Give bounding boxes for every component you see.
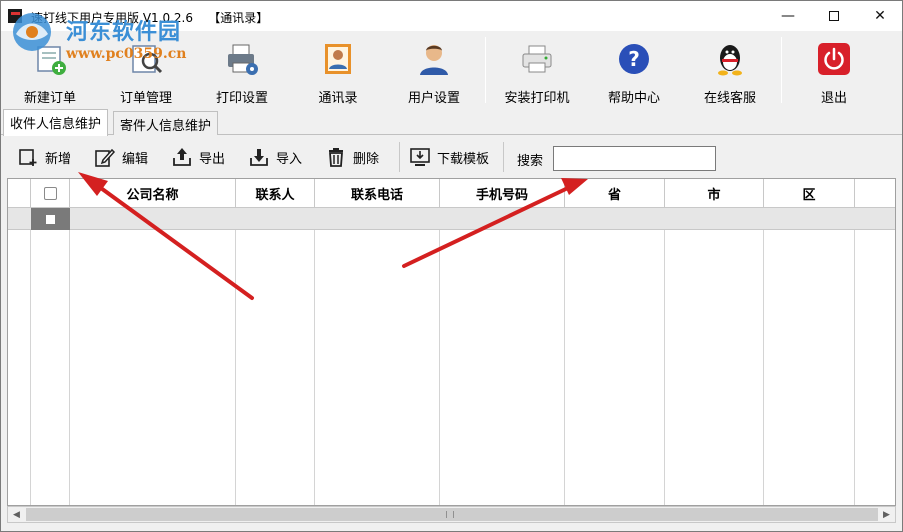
select-all-cell (31, 179, 70, 208)
search-input[interactable] (553, 146, 716, 171)
tab-recipient-info[interactable]: 收件人信息维护 (3, 109, 109, 136)
window-title: 速打线下用户专用版 V1.0.2.6 【通讯录】 (31, 11, 269, 25)
minimize-button[interactable]: — (765, 1, 811, 31)
add-button[interactable]: 新增 (17, 145, 71, 169)
toolbar-label: 通讯录 (318, 91, 358, 106)
toolbar-label: 新建订单 (23, 91, 76, 106)
toolbar-label: 用户设置 (407, 91, 460, 106)
app-logo-icon (8, 9, 22, 23)
download-icon (409, 146, 431, 168)
print-settings-icon (224, 41, 260, 77)
scroll-grip-icon (446, 511, 454, 518)
toolbar-label: 帮助中心 (607, 91, 660, 106)
download-template-label: 下载模板 (437, 151, 490, 167)
table-header: 公司名称 联系人 联系电话 手机号码 省 市 区 (8, 179, 895, 208)
online-support-button[interactable]: 在线客服 (683, 31, 777, 107)
filter-row-selector[interactable] (31, 208, 70, 230)
svg-text:?: ? (628, 47, 640, 71)
search-label: 搜索 (517, 154, 544, 169)
maximize-icon (829, 11, 839, 21)
help-center-button[interactable]: ? 帮助中心 (587, 31, 681, 107)
toolbar-separator (485, 37, 486, 103)
select-all-checkbox[interactable] (43, 187, 57, 200)
exit-button[interactable]: 退出 (787, 31, 881, 107)
import-label: 导入 (276, 151, 303, 167)
filter-row-checkbox[interactable] (46, 214, 55, 224)
tab-sender-info[interactable]: 寄件人信息维护 (113, 111, 219, 135)
printer-icon (519, 41, 555, 77)
order-manage-icon (128, 41, 164, 77)
new-order-icon (32, 41, 68, 77)
download-template-button[interactable]: 下载模板 (409, 145, 489, 169)
help-icon: ? (616, 41, 652, 77)
header-corner (8, 179, 31, 208)
scroll-left-icon[interactable]: ◀ (8, 507, 25, 522)
maximize-button[interactable] (811, 1, 857, 31)
column-header[interactable]: 省 (565, 179, 665, 208)
contacts-button[interactable]: 通讯录 (291, 31, 385, 107)
tab-strip: 收件人信息维护 寄件人信息维护 (1, 109, 902, 136)
toolbar-label: 退出 (820, 91, 847, 106)
column-header[interactable]: 区 (764, 179, 855, 208)
toolbar-label: 安装打印机 (504, 91, 570, 106)
filter-row[interactable] (8, 208, 895, 230)
delete-button[interactable]: 删除 (325, 145, 379, 169)
order-manage-button[interactable]: 订单管理 (99, 31, 193, 107)
delete-label: 删除 (353, 151, 380, 167)
qq-icon (712, 41, 748, 77)
title-bar: 速打线下用户专用版 V1.0.2.6 【通讯录】 — ✕ (1, 1, 902, 31)
print-settings-button[interactable]: 打印设置 (195, 31, 289, 107)
scrollbar-thumb[interactable] (26, 508, 878, 521)
edit-label: 编辑 (122, 151, 149, 167)
power-icon (816, 41, 852, 77)
column-header[interactable]: 市 (665, 179, 764, 208)
add-label: 新增 (45, 151, 72, 167)
export-label: 导出 (199, 151, 226, 167)
close-button[interactable]: ✕ (857, 1, 903, 31)
toolbar-label: 打印设置 (215, 91, 268, 106)
add-icon (17, 146, 39, 168)
toolbar-label: 在线客服 (703, 91, 756, 106)
main-toolbar: 新建订单 订单管理 打印设置 通讯录 用户设置 安装打印机 ? 帮助中心 在线客… (1, 31, 902, 107)
horizontal-scrollbar[interactable]: ◀ ▶ (7, 506, 896, 523)
recipient-table: 公司名称 联系人 联系电话 手机号码 省 市 区 (7, 178, 896, 506)
export-icon (171, 146, 193, 168)
action-separator (399, 142, 400, 172)
column-header[interactable]: 联系电话 (315, 179, 440, 208)
import-icon (248, 146, 270, 168)
contacts-icon (320, 41, 356, 77)
toolbar-separator (781, 37, 782, 103)
column-header[interactable]: 公司名称 (70, 179, 236, 208)
column-header[interactable]: 联系人 (236, 179, 315, 208)
new-order-button[interactable]: 新建订单 (3, 31, 97, 107)
import-button[interactable]: 导入 (248, 145, 302, 169)
edit-icon (94, 146, 116, 168)
action-separator (503, 142, 504, 172)
scroll-right-icon[interactable]: ▶ (878, 507, 895, 522)
action-bar: 新增 编辑 导出 导入 删除 下载模板 搜索 (1, 136, 902, 178)
install-printer-button[interactable]: 安装打印机 (490, 31, 584, 107)
toolbar-label: 订单管理 (119, 91, 172, 106)
export-button[interactable]: 导出 (171, 145, 225, 169)
user-settings-button[interactable]: 用户设置 (387, 31, 481, 107)
column-header[interactable]: 手机号码 (440, 179, 565, 208)
trash-icon (325, 146, 347, 168)
edit-button[interactable]: 编辑 (94, 145, 148, 169)
app-window: 速打线下用户专用版 V1.0.2.6 【通讯录】 — ✕ 新建订单 订单管理 打… (0, 0, 903, 532)
user-settings-icon (416, 41, 452, 77)
